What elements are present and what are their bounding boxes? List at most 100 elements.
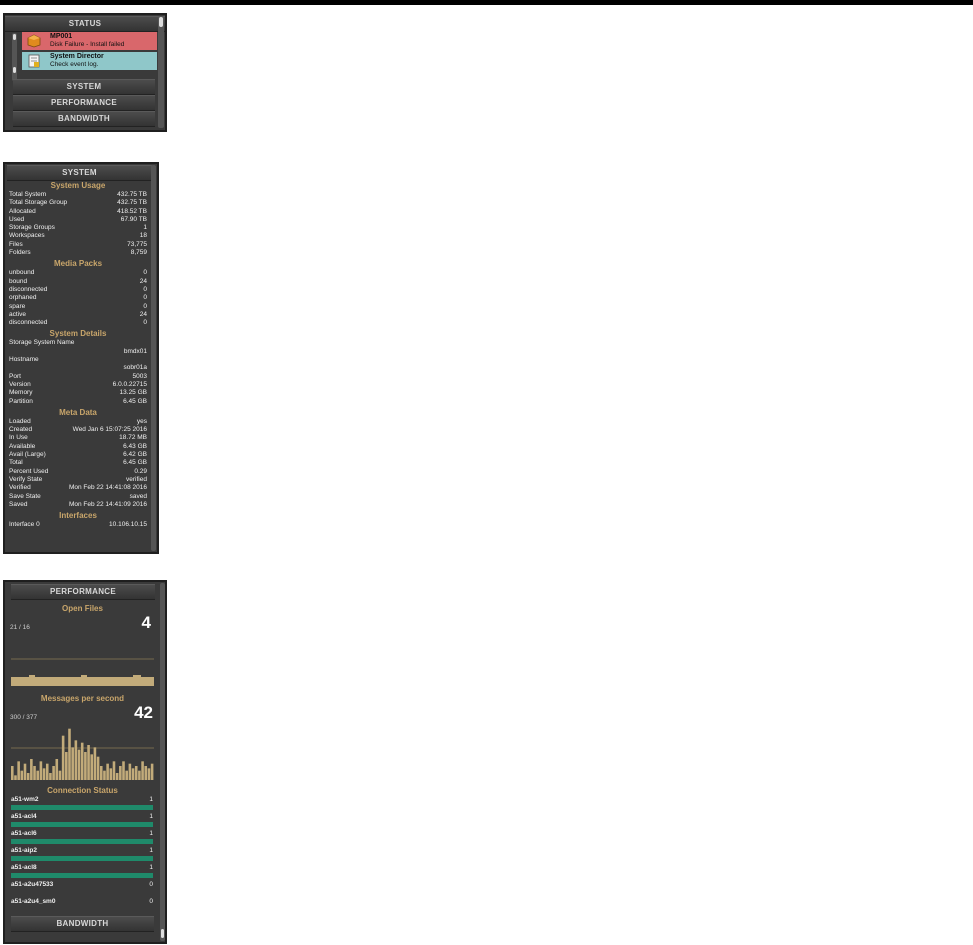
messages-bar bbox=[42, 768, 46, 780]
usage-row: Total Storage Group 432.75 TB bbox=[5, 199, 151, 207]
usage-row: Total System 432.75 TB bbox=[5, 191, 151, 199]
status-panel: STATUS MP001 Disk Failure - Install fail… bbox=[3, 13, 167, 132]
messages-bar bbox=[55, 759, 59, 780]
connection-status-item[interactable]: a51-acl8 1 bbox=[11, 864, 153, 882]
alert-title: MP001 bbox=[50, 33, 73, 40]
messages-bar bbox=[61, 735, 65, 780]
section-performance[interactable]: PERFORMANCE bbox=[13, 95, 155, 111]
meta-row: Loaded yes bbox=[5, 418, 151, 426]
connection-status-item[interactable]: a51-a2u47533 0 bbox=[11, 881, 153, 899]
usage-value: 67.90 TB bbox=[120, 215, 147, 223]
connection-value: 1 bbox=[149, 864, 153, 871]
messages-bar bbox=[150, 763, 154, 780]
media-pack-row: orphaned 0 bbox=[5, 294, 151, 302]
status-scrollbar-right[interactable] bbox=[158, 16, 164, 128]
messages-bar bbox=[14, 775, 17, 780]
system-scrollbar[interactable] bbox=[151, 165, 156, 551]
meta-value: 18.72 MB bbox=[119, 434, 147, 442]
performance-scrollbar[interactable] bbox=[160, 583, 165, 941]
connection-status-bar bbox=[11, 805, 153, 810]
usage-row: Storage Groups 1 bbox=[5, 224, 151, 232]
connection-status-item[interactable]: a51-aip2 1 bbox=[11, 847, 153, 865]
messages-bar bbox=[141, 761, 144, 780]
meta-value: 0.29 bbox=[134, 467, 147, 475]
usage-label: Storage Groups bbox=[9, 224, 55, 232]
messages-bar bbox=[33, 766, 36, 780]
connection-status-item[interactable]: a51-acl4 1 bbox=[11, 813, 153, 831]
performance-header[interactable]: PERFORMANCE bbox=[11, 584, 155, 600]
usage-value: 1 bbox=[143, 224, 147, 232]
usage-row: Files 73,775 bbox=[5, 241, 151, 249]
messages-bar bbox=[26, 773, 30, 780]
meta-row: Total 6.45 GB bbox=[5, 459, 151, 467]
usage-value: 18 bbox=[139, 232, 147, 240]
meta-value: 6.45 GB bbox=[123, 459, 147, 467]
alert-item-mp001[interactable]: MP001 Disk Failure - Install failed bbox=[22, 32, 157, 50]
status-header[interactable]: STATUS bbox=[5, 16, 165, 32]
media-pack-value: 0 bbox=[143, 319, 147, 327]
alert-item-system-director[interactable]: System Director Check event log. bbox=[22, 52, 157, 70]
connection-value: 0 bbox=[149, 881, 153, 888]
messages-bar bbox=[122, 761, 125, 780]
status-scroll-thumb-right[interactable] bbox=[159, 17, 163, 27]
meta-label: Percent Used bbox=[9, 467, 49, 475]
meta-row: Percent Used 0.29 bbox=[5, 468, 151, 476]
document-icon bbox=[28, 54, 41, 68]
status-scroll-thumb-left[interactable] bbox=[13, 34, 16, 40]
performance-footer-bandwidth[interactable]: BANDWIDTH bbox=[11, 916, 154, 932]
meta-row: Available 6.43 GB bbox=[5, 443, 151, 451]
interface-label: Interface 0 bbox=[9, 521, 40, 529]
open-files-range: 21 / 16 bbox=[10, 624, 30, 631]
connection-status-item[interactable]: a51-a2u4_sm0 0 bbox=[11, 898, 153, 916]
meta-label: Saved bbox=[9, 500, 28, 508]
messages-bar bbox=[71, 747, 74, 780]
detail-row: Version 6.0.0.22715 bbox=[5, 381, 151, 389]
connection-value: 1 bbox=[149, 830, 153, 837]
connection-status-bar bbox=[11, 822, 153, 827]
usage-value: 432.75 TB bbox=[117, 191, 147, 198]
media-pack-label: spare bbox=[9, 302, 26, 310]
meta-value: verified bbox=[126, 475, 147, 483]
performance-scroll-thumb[interactable] bbox=[161, 929, 164, 938]
detail-label: Port bbox=[9, 372, 21, 380]
media-pack-value: 0 bbox=[143, 285, 147, 293]
media-pack-row: active 24 bbox=[5, 311, 151, 319]
usage-label: Used bbox=[9, 215, 25, 223]
media-pack-label: disconnected bbox=[9, 319, 48, 327]
hostname-label: Hostname bbox=[9, 356, 39, 364]
performance-panel: PERFORMANCE Open Files 21 / 16 4 Message… bbox=[3, 580, 167, 944]
media-pack-label: active bbox=[9, 310, 26, 318]
messages-bar bbox=[115, 773, 119, 780]
messages-bar bbox=[99, 766, 103, 780]
messages-bar bbox=[68, 728, 71, 780]
usage-value: 418.52 TB bbox=[117, 207, 147, 215]
status-scroll-thumb-left-bottom[interactable] bbox=[13, 67, 16, 73]
usage-value: 432.75 TB bbox=[117, 199, 147, 207]
messages-bar bbox=[144, 766, 148, 780]
meta-value: 6.42 GB bbox=[123, 451, 147, 459]
media-pack-label: unbound bbox=[9, 269, 35, 277]
meta-label: Created bbox=[9, 426, 33, 434]
meta-label: In Use bbox=[9, 434, 28, 442]
section-system[interactable]: SYSTEM bbox=[13, 79, 155, 95]
section-bandwidth[interactable]: BANDWIDTH bbox=[13, 111, 155, 127]
messages-bar bbox=[77, 749, 81, 780]
media-pack-value: 0 bbox=[143, 269, 147, 277]
connection-status-item[interactable]: a51-wm2 1 bbox=[11, 796, 153, 814]
usage-row: Allocated 418.52 TB bbox=[5, 208, 151, 216]
messages-bar bbox=[11, 766, 14, 780]
section-title-system-details: System Details bbox=[49, 329, 107, 339]
orange-box-icon bbox=[27, 34, 41, 48]
detail-row: Port 5003 bbox=[5, 373, 151, 381]
media-pack-label: orphaned bbox=[9, 294, 37, 302]
meta-row: Verify State verified bbox=[5, 476, 151, 484]
detail-value: 6.45 GB bbox=[123, 397, 147, 405]
connection-status-bar bbox=[11, 839, 153, 844]
meta-value: yes bbox=[136, 417, 147, 425]
messages-bar bbox=[20, 770, 24, 780]
connection-value: 1 bbox=[149, 813, 153, 820]
media-pack-row: unbound 0 bbox=[5, 269, 151, 277]
status-scrollbar-left[interactable] bbox=[12, 33, 17, 81]
detail-label: Version bbox=[9, 380, 31, 388]
connection-status-item[interactable]: a51-acl6 1 bbox=[11, 830, 153, 848]
